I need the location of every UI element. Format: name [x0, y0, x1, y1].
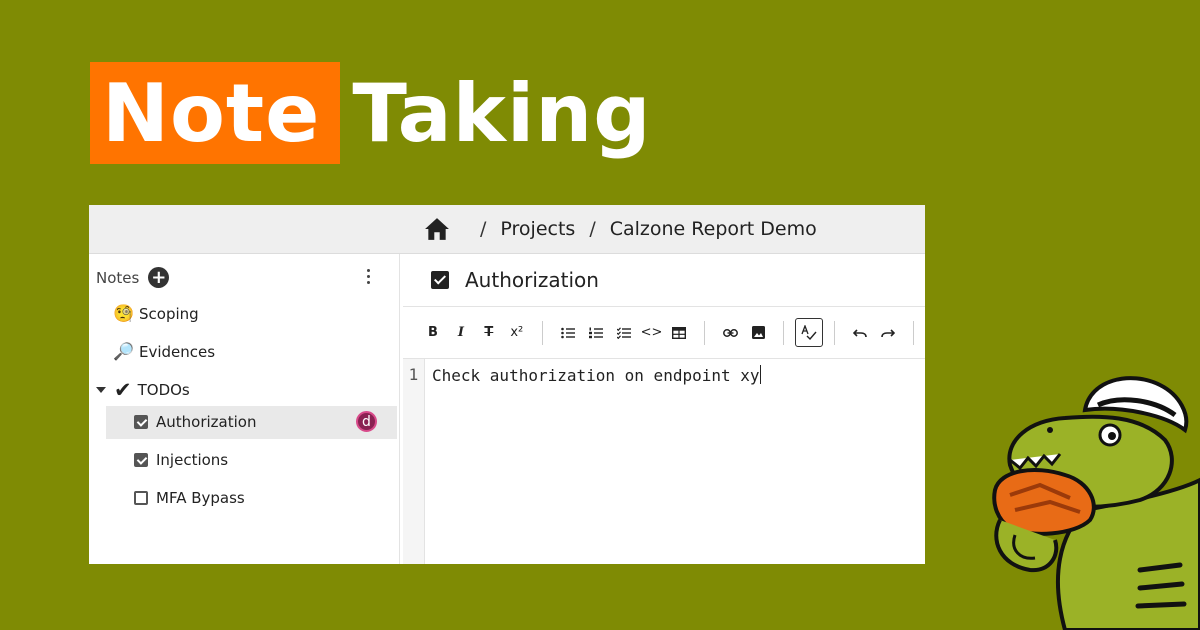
- redo-button[interactable]: [874, 318, 902, 347]
- note-editor-pane: Authorization B I T x² <> 1 Check author…: [403, 254, 925, 564]
- link-button[interactable]: [716, 318, 744, 347]
- breadcrumb-projects[interactable]: Projects: [500, 218, 575, 240]
- notes-sidebar: Notes + 🧐 Scoping 🔎 Evidences ✔ TODOs Au…: [89, 254, 400, 564]
- breadcrumb: / Projects / Calzone Report Demo: [89, 205, 925, 254]
- table-icon: [672, 326, 687, 339]
- checklist-icon: [616, 326, 631, 339]
- notes-header: Notes +: [96, 267, 170, 288]
- undo-button[interactable]: [846, 318, 874, 347]
- dinosaur-mascot-icon: [992, 376, 1200, 630]
- spellcheck-button[interactable]: [795, 318, 824, 347]
- text-cursor: [759, 365, 761, 384]
- add-note-icon[interactable]: +: [148, 267, 170, 288]
- checkbox-unchecked-icon[interactable]: [134, 491, 148, 505]
- bullet-list-icon: [560, 327, 575, 338]
- strikethrough-button[interactable]: T: [475, 318, 503, 347]
- sidebar-item-label: MFA Bypass: [156, 489, 245, 507]
- sidebar-item-injections[interactable]: Injections: [134, 451, 228, 469]
- magnifier-icon: 🔎: [113, 342, 135, 362]
- spellcheck-icon: [801, 325, 817, 340]
- superscript-button[interactable]: x²: [503, 318, 531, 347]
- redo-icon: [881, 328, 896, 337]
- more-options-icon[interactable]: [365, 269, 371, 284]
- sidebar-item-scoping[interactable]: 🧐 Scoping: [113, 304, 199, 324]
- toolbar-divider: [541, 320, 543, 345]
- breadcrumb-separator: /: [589, 218, 596, 240]
- toolbar-divider: [704, 320, 706, 345]
- home-icon[interactable]: [424, 217, 450, 241]
- app-window: / Projects / Calzone Report Demo Notes +…: [89, 205, 925, 564]
- sidebar-item-label: TODOs: [137, 381, 190, 399]
- note-title-bar: Authorization: [403, 254, 925, 307]
- line-number: 1: [403, 359, 425, 564]
- editor-toolbar: B I T x² <>: [403, 307, 925, 359]
- toolbar-divider: [783, 320, 785, 345]
- bold-button[interactable]: B: [419, 318, 447, 347]
- editor-text-line[interactable]: Check authorization on endpoint xy: [425, 359, 761, 564]
- sidebar-item-label: Scoping: [139, 305, 199, 323]
- image-icon: [751, 326, 765, 339]
- link-icon: [722, 328, 738, 337]
- toolbar-divider: [834, 320, 836, 345]
- code-button[interactable]: <>: [638, 318, 666, 347]
- undo-icon: [853, 328, 867, 337]
- sidebar-item-evidences[interactable]: 🔎 Evidences: [113, 342, 215, 362]
- breadcrumb-project-name[interactable]: Calzone Report Demo: [610, 218, 817, 240]
- headline-highlight: Note: [90, 62, 341, 164]
- caret-down-icon[interactable]: [96, 387, 106, 393]
- numbered-list-button[interactable]: [582, 318, 610, 347]
- headline: Note Taking: [90, 62, 652, 164]
- sidebar-item-label: Injections: [156, 451, 229, 469]
- bullet-list-button[interactable]: [554, 318, 582, 347]
- notes-header-label: Notes: [96, 268, 140, 287]
- note-title[interactable]: Authorization: [465, 268, 599, 292]
- table-button[interactable]: [665, 318, 693, 347]
- avatar: d: [356, 411, 377, 432]
- checkbox-checked-icon[interactable]: [134, 453, 148, 467]
- checklist-button[interactable]: [610, 318, 638, 347]
- code-editor[interactable]: 1 Check authorization on endpoint xy: [403, 359, 925, 564]
- checkbox-checked-icon[interactable]: [431, 271, 449, 289]
- breadcrumb-separator: /: [480, 218, 487, 240]
- monocle-face-icon: 🧐: [113, 304, 135, 324]
- italic-button[interactable]: I: [447, 318, 475, 347]
- checkbox-checked-icon[interactable]: [134, 415, 148, 429]
- numbered-list-icon: [588, 327, 603, 338]
- headline-rest: Taking: [352, 66, 652, 160]
- toolbar-divider: [913, 320, 915, 345]
- sidebar-item-label: Authorization: [156, 413, 257, 431]
- sidebar-item-todos[interactable]: ✔ TODOs: [96, 378, 190, 402]
- sidebar-item-authorization[interactable]: Authorization: [134, 413, 256, 431]
- check-mark-icon: ✔: [114, 378, 132, 402]
- sidebar-item-mfa-bypass[interactable]: MFA Bypass: [134, 489, 245, 507]
- image-button[interactable]: [744, 318, 772, 347]
- sidebar-item-label: Evidences: [139, 343, 216, 361]
- editor-content: Check authorization on endpoint xy: [432, 366, 760, 385]
